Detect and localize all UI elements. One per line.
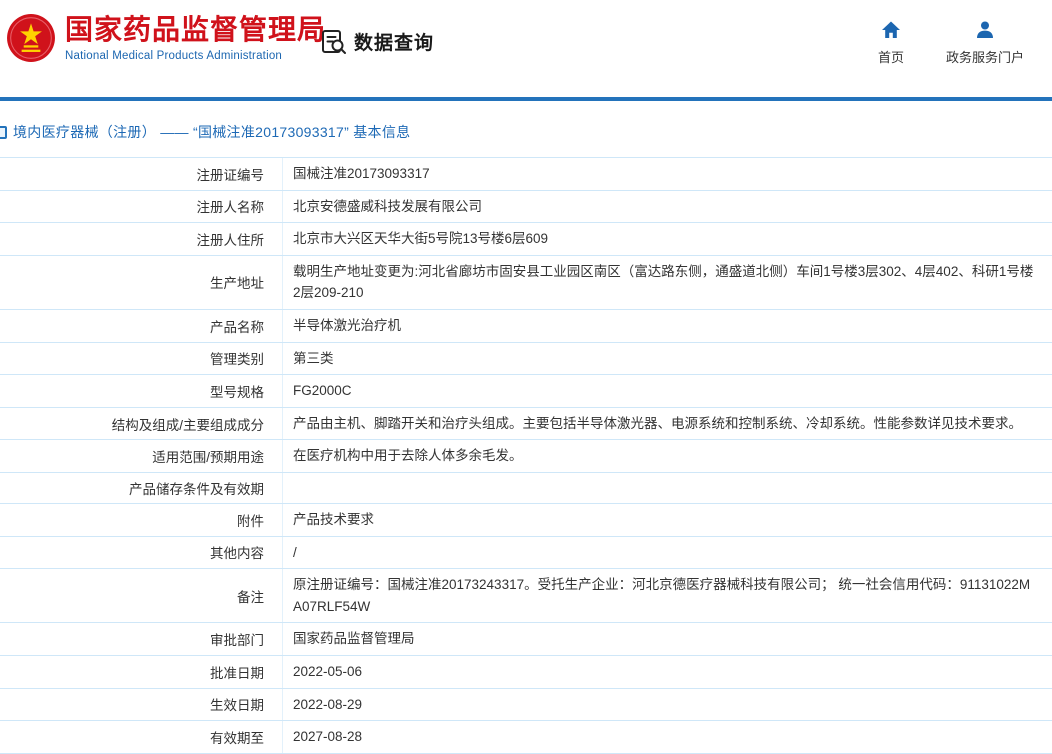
row-label: 备注 [0, 569, 283, 622]
row-value: 原注册证编号：国械注准20173243317。受托生产企业：河北京德医疗器械科技… [283, 569, 1052, 622]
table-row: 型号规格 FG2000C [0, 375, 1052, 408]
registration-info-table: 注册证编号 国械注准20173093317 注册人名称 北京安德盛威科技发展有限… [0, 157, 1052, 754]
breadcrumb-text: 境内医疗器械（注册） —— “国械注准20173093317” 基本信息 [13, 122, 410, 142]
row-value: 北京市大兴区天华大街5号院13号楼6层609 [283, 223, 1052, 255]
table-row: 管理类别 第三类 [0, 343, 1052, 376]
row-label: 注册人住所 [0, 223, 283, 255]
row-label: 生产地址 [0, 256, 283, 309]
row-label: 产品储存条件及有效期 [0, 473, 283, 503]
row-label: 批准日期 [0, 656, 283, 688]
table-row: 批准日期 2022-05-06 [0, 656, 1052, 689]
portal-link-label: 政务服务门户 [946, 47, 1024, 66]
table-row: 审批部门 国家药品监督管理局 [0, 623, 1052, 656]
agency-logo-link[interactable]: 国家药品监督管理局 National Medical Products Admi… [6, 13, 326, 63]
table-row: 生效日期 2022-08-29 [0, 689, 1052, 722]
row-value: 国家药品监督管理局 [283, 623, 1052, 655]
home-link-label: 首页 [878, 47, 904, 66]
section-title: 数据查询 [354, 28, 434, 55]
row-value: 在医疗机构中用于去除人体多余毛发。 [283, 440, 1052, 472]
row-label: 生效日期 [0, 689, 283, 721]
table-row: 其他内容 / [0, 537, 1052, 570]
row-value: 2027-08-28 [283, 721, 1052, 753]
agency-name-block: 国家药品监督管理局 National Medical Products Admi… [65, 14, 326, 61]
row-value: 载明生产地址变更为:河北省廊坊市固安县工业园区南区（富达路东侧，通盛道北侧）车间… [283, 256, 1052, 309]
table-row: 产品储存条件及有效期 [0, 473, 1052, 504]
row-value: 第三类 [283, 343, 1052, 375]
portal-link[interactable]: 政务服务门户 [946, 20, 1024, 66]
row-value: / [283, 537, 1052, 569]
row-value: 2022-08-29 [283, 689, 1052, 721]
row-label: 管理类别 [0, 343, 283, 375]
row-label: 其他内容 [0, 537, 283, 569]
row-value: 产品技术要求 [283, 504, 1052, 536]
row-value: 国械注准20173093317 [283, 158, 1052, 190]
document-search-icon [320, 28, 347, 55]
row-label: 附件 [0, 504, 283, 536]
table-row: 适用范围/预期用途 在医疗机构中用于去除人体多余毛发。 [0, 440, 1052, 473]
row-value: 北京安德盛威科技发展有限公司 [283, 191, 1052, 223]
agency-name-en: National Medical Products Administration [65, 50, 326, 62]
table-row: 产品名称 半导体激光治疗机 [0, 310, 1052, 343]
row-label: 型号规格 [0, 375, 283, 407]
table-row: 附件 产品技术要求 [0, 504, 1052, 537]
home-link[interactable]: 首页 [878, 20, 904, 66]
row-value: 产品由主机、脚踏开关和治疗头组成。主要包括半导体激光器、电源系统和控制系统、冷却… [283, 408, 1052, 440]
table-row: 有效期至 2027-08-28 [0, 721, 1052, 754]
national-emblem-icon [6, 13, 56, 63]
table-row: 生产地址 载明生产地址变更为:河北省廊坊市固安县工业园区南区（富达路东侧，通盛道… [0, 256, 1052, 310]
table-row: 注册证编号 国械注准20173093317 [0, 158, 1052, 191]
agency-name-cn: 国家药品监督管理局 [65, 14, 326, 46]
row-value: 半导体激光治疗机 [283, 310, 1052, 342]
row-label: 结构及组成/主要组成成分 [0, 408, 283, 440]
table-row: 注册人住所 北京市大兴区天华大街5号院13号楼6层609 [0, 223, 1052, 256]
row-value: FG2000C [283, 375, 1052, 407]
data-query-tab[interactable]: 数据查询 [320, 28, 434, 55]
breadcrumb-icon [0, 126, 7, 139]
row-value [283, 473, 1052, 503]
row-label: 适用范围/预期用途 [0, 440, 283, 472]
row-label: 审批部门 [0, 623, 283, 655]
home-icon [881, 20, 901, 40]
user-icon [975, 20, 995, 40]
breadcrumb: 境内医疗器械（注册） —— “国械注准20173093317” 基本信息 [0, 101, 1052, 157]
row-value: 2022-05-06 [283, 656, 1052, 688]
header-nav: 首页 政务服务门户 [878, 20, 1024, 66]
table-row: 备注 原注册证编号：国械注准20173243317。受托生产企业：河北京德医疗器… [0, 569, 1052, 623]
row-label: 注册证编号 [0, 158, 283, 190]
row-label: 有效期至 [0, 721, 283, 753]
table-row: 注册人名称 北京安德盛威科技发展有限公司 [0, 191, 1052, 224]
table-row: 结构及组成/主要组成成分 产品由主机、脚踏开关和治疗头组成。主要包括半导体激光器… [0, 408, 1052, 441]
row-label: 产品名称 [0, 310, 283, 342]
row-label: 注册人名称 [0, 191, 283, 223]
site-header: 国家药品监督管理局 National Medical Products Admi… [0, 0, 1052, 97]
